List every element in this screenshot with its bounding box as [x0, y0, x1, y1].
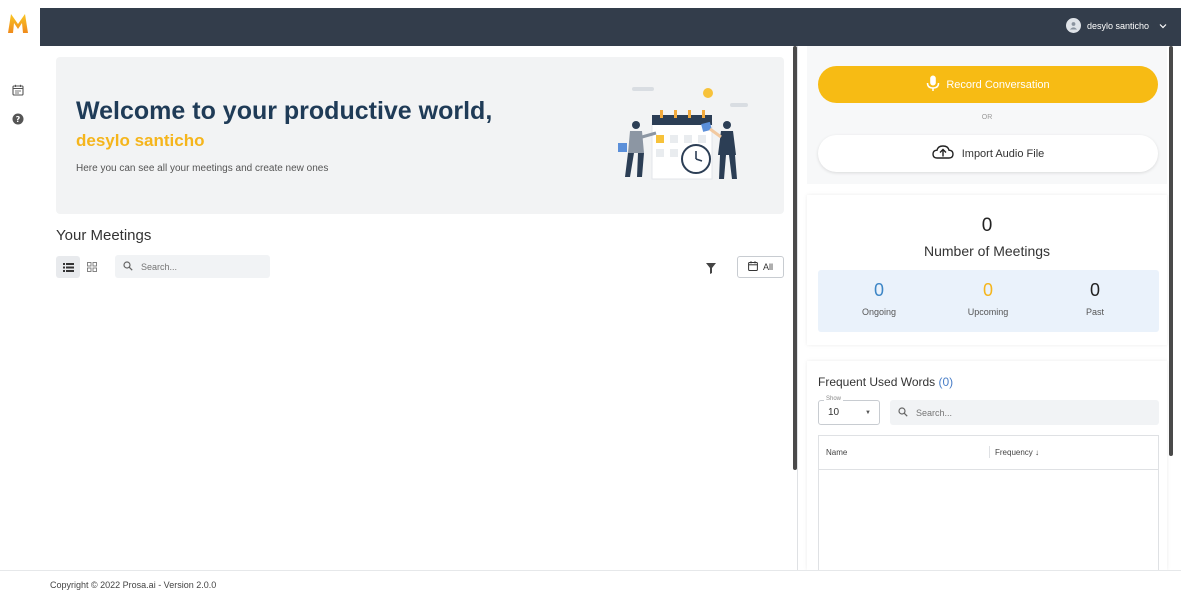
frequent-words-count: (0): [938, 375, 954, 389]
cloud-upload-icon: [932, 145, 954, 162]
sort-down-icon: ↓: [1035, 448, 1040, 457]
or-separator: OR: [981, 114, 993, 121]
frequent-words-title: Frequent Used Words (0): [818, 375, 953, 389]
ongoing-count: 0: [873, 280, 884, 300]
upcoming-count: 0: [982, 280, 993, 300]
user-name: desylo santicho: [1086, 20, 1149, 31]
table-header: Name Frequency ↓: [819, 436, 1158, 470]
frequent-words-title-text: Frequent Used Words: [818, 375, 936, 389]
footer: Copyright © 2022 Prosa.ai - Version 2.0.…: [0, 570, 1181, 592]
caret-down-icon: ▼: [865, 410, 871, 416]
past-label: Past: [1085, 307, 1104, 317]
frequent-words-card: Frequent Used Words (0) Show 10 ▼ Name F…: [807, 361, 1167, 570]
welcome-banner: Welcome to your productive world, desylo…: [56, 57, 784, 214]
help-icon[interactable]: ?: [11, 112, 25, 126]
meetings-search: [115, 255, 270, 278]
actions-panel: Record Conversation OR Import Audio File: [807, 46, 1167, 184]
import-audio-label: Import Audio File: [961, 147, 1045, 160]
svg-text:?: ?: [16, 115, 21, 124]
stat-ongoing: 0 Ongoing: [824, 280, 934, 317]
right-panel-scrollbar[interactable]: [1169, 46, 1173, 456]
meetings-summary-card: 0 Number of Meetings 0 Ongoing 0 Upcomin…: [807, 195, 1167, 345]
chevron-down-icon: [1159, 21, 1167, 31]
view-toggle: [56, 256, 104, 278]
copyright-text: Copyright © 2022 Prosa.ai - Version 2.0.…: [50, 580, 217, 590]
meetings-title: Your Meetings: [56, 227, 152, 244]
calendar-icon: [748, 261, 758, 273]
upcoming-label: Upcoming: [967, 307, 1009, 317]
column-name[interactable]: Name: [826, 448, 847, 457]
welcome-user-name: desylo santicho: [76, 131, 205, 150]
ongoing-label: Ongoing: [861, 307, 897, 317]
import-audio-button[interactable]: Import Audio File: [818, 135, 1158, 172]
microphone-icon: [926, 75, 940, 95]
side-rail: ?: [0, 0, 37, 570]
meetings-search-input[interactable]: [141, 261, 251, 272]
words-search: [890, 400, 1159, 425]
show-label: Show: [824, 396, 844, 402]
show-entries-select[interactable]: Show 10 ▼: [818, 396, 880, 425]
filter-icon[interactable]: [706, 261, 720, 274]
stat-past: 0 Past: [1040, 280, 1150, 317]
avatar: [1065, 18, 1081, 33]
words-search-input[interactable]: [916, 407, 1116, 418]
search-icon: [898, 404, 908, 422]
meetings-status-counts: 0 Ongoing 0 Upcoming 0 Past: [818, 270, 1159, 332]
record-conversation-label: Record Conversation: [946, 78, 1050, 91]
panel-divider: [797, 46, 798, 570]
stat-upcoming: 0 Upcoming: [933, 280, 1043, 317]
meetings-count: 0: [981, 215, 993, 236]
welcome-title: Welcome to your productive world,: [76, 97, 493, 125]
show-value: 10: [828, 407, 840, 418]
list-view-icon[interactable]: [56, 256, 80, 278]
meetings-count-label: Number of Meetings: [923, 243, 1051, 259]
column-frequency[interactable]: Frequency ↓: [995, 448, 1039, 457]
calendar-icon[interactable]: [11, 83, 25, 97]
past-count: 0: [1089, 280, 1100, 300]
grid-view-icon[interactable]: [80, 256, 104, 278]
top-bar: desylo santicho: [40, 8, 1181, 46]
frequent-words-table: Name Frequency ↓: [818, 435, 1159, 570]
date-filter-label: All: [762, 262, 773, 272]
search-icon: [123, 258, 133, 276]
meeting-illustration: [618, 87, 748, 180]
date-filter-button[interactable]: All: [737, 256, 784, 278]
user-menu[interactable]: desylo santicho: [1065, 18, 1167, 33]
welcome-subtitle: Here you can see all your meetings and c…: [76, 163, 329, 174]
record-conversation-button[interactable]: Record Conversation: [818, 66, 1158, 103]
app-logo[interactable]: [7, 11, 29, 35]
column-separator: [989, 446, 990, 458]
column-frequency-label: Frequency: [995, 448, 1033, 457]
